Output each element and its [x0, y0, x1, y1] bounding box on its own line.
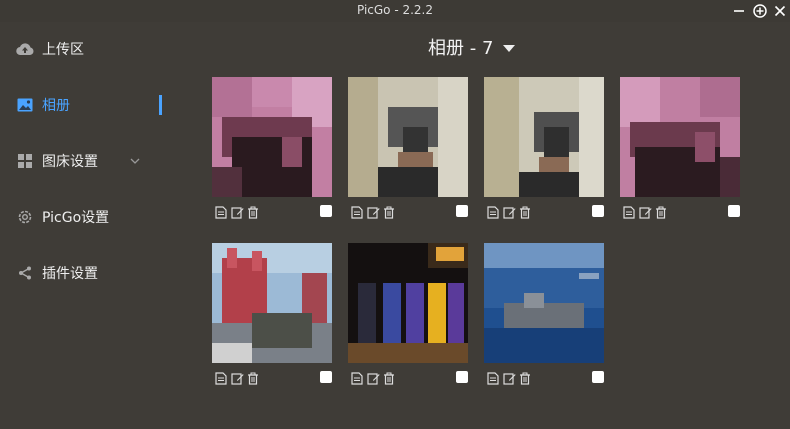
- sidebar-item-label: 插件设置: [42, 266, 98, 282]
- gallery-card: [212, 243, 332, 385]
- select-checkbox[interactable]: [592, 205, 604, 217]
- document-icon[interactable]: [485, 204, 501, 220]
- gallery-card: [484, 243, 604, 385]
- gear-icon: [16, 208, 34, 226]
- trash-icon[interactable]: [517, 370, 533, 386]
- active-indicator: [159, 95, 162, 115]
- minimize-icon[interactable]: [730, 2, 748, 20]
- select-checkbox[interactable]: [592, 371, 604, 383]
- image-actions: [620, 204, 740, 220]
- cloud-upload-icon: [16, 40, 34, 58]
- sidebar-item-label: 上传区: [42, 42, 84, 58]
- image-icon: [16, 96, 34, 114]
- trash-icon[interactable]: [381, 370, 397, 386]
- image-thumbnail[interactable]: [484, 77, 604, 197]
- edit-icon[interactable]: [637, 204, 653, 220]
- document-icon[interactable]: [485, 370, 501, 386]
- trash-icon[interactable]: [245, 204, 261, 220]
- document-icon[interactable]: [213, 204, 229, 220]
- sidebar-item-label: 图床设置: [42, 154, 98, 170]
- share-icon: [16, 264, 34, 282]
- select-checkbox[interactable]: [728, 205, 740, 217]
- image-actions: [484, 370, 604, 386]
- document-icon[interactable]: [349, 370, 365, 386]
- select-checkbox[interactable]: [320, 205, 332, 217]
- caret-down-icon: [503, 37, 516, 58]
- sidebar-item-picbed-settings[interactable]: 图床设置: [0, 141, 170, 181]
- image-thumbnail[interactable]: [212, 243, 332, 363]
- image-thumbnail[interactable]: [620, 77, 740, 197]
- image-thumbnail[interactable]: [348, 77, 468, 197]
- image-actions: [212, 204, 332, 220]
- edit-icon[interactable]: [501, 370, 517, 386]
- page-title: 相册 - 7: [428, 38, 494, 59]
- image-actions: [484, 204, 604, 220]
- document-icon[interactable]: [349, 204, 365, 220]
- image-actions: [212, 370, 332, 386]
- select-checkbox[interactable]: [456, 205, 468, 217]
- sidebar-item-label: PicGo设置: [42, 210, 110, 226]
- chevron-down-icon: [130, 153, 140, 169]
- edit-icon[interactable]: [501, 204, 517, 220]
- gallery-card: [620, 77, 740, 219]
- image-actions: [348, 204, 468, 220]
- grid-icon: [16, 152, 34, 170]
- image-actions: [348, 370, 468, 386]
- edit-icon[interactable]: [365, 370, 381, 386]
- sidebar-item-plugin-settings[interactable]: 插件设置: [0, 253, 170, 293]
- edit-icon[interactable]: [365, 204, 381, 220]
- maximize-icon[interactable]: [751, 2, 769, 20]
- title-bar: PicGo - 2.2.2: [0, 0, 790, 22]
- gallery-card: [348, 243, 468, 385]
- sidebar: 上传区 相册 图床设置 PicGo设置 插件设置: [0, 22, 170, 429]
- image-thumbnail[interactable]: [348, 243, 468, 363]
- trash-icon[interactable]: [245, 370, 261, 386]
- gallery-card: [484, 77, 604, 219]
- close-icon[interactable]: [771, 2, 789, 20]
- sidebar-item-upload[interactable]: 上传区: [0, 29, 170, 69]
- trash-icon[interactable]: [381, 204, 397, 220]
- sidebar-item-gallery[interactable]: 相册: [0, 85, 170, 125]
- document-icon[interactable]: [621, 204, 637, 220]
- gallery-card: [212, 77, 332, 219]
- image-thumbnail[interactable]: [212, 77, 332, 197]
- edit-icon[interactable]: [229, 204, 245, 220]
- edit-icon[interactable]: [229, 370, 245, 386]
- gallery-card: [348, 77, 468, 219]
- sidebar-item-label: 相册: [42, 98, 70, 114]
- trash-icon[interactable]: [517, 204, 533, 220]
- trash-icon[interactable]: [653, 204, 669, 220]
- document-icon[interactable]: [213, 370, 229, 386]
- image-thumbnail[interactable]: [484, 243, 604, 363]
- select-checkbox[interactable]: [320, 371, 332, 383]
- gallery-title-dropdown[interactable]: 相册 - 7: [428, 34, 516, 60]
- select-checkbox[interactable]: [456, 371, 468, 383]
- window-title: PicGo - 2.2.2: [356, 3, 434, 17]
- sidebar-item-picgo-settings[interactable]: PicGo设置: [0, 197, 170, 237]
